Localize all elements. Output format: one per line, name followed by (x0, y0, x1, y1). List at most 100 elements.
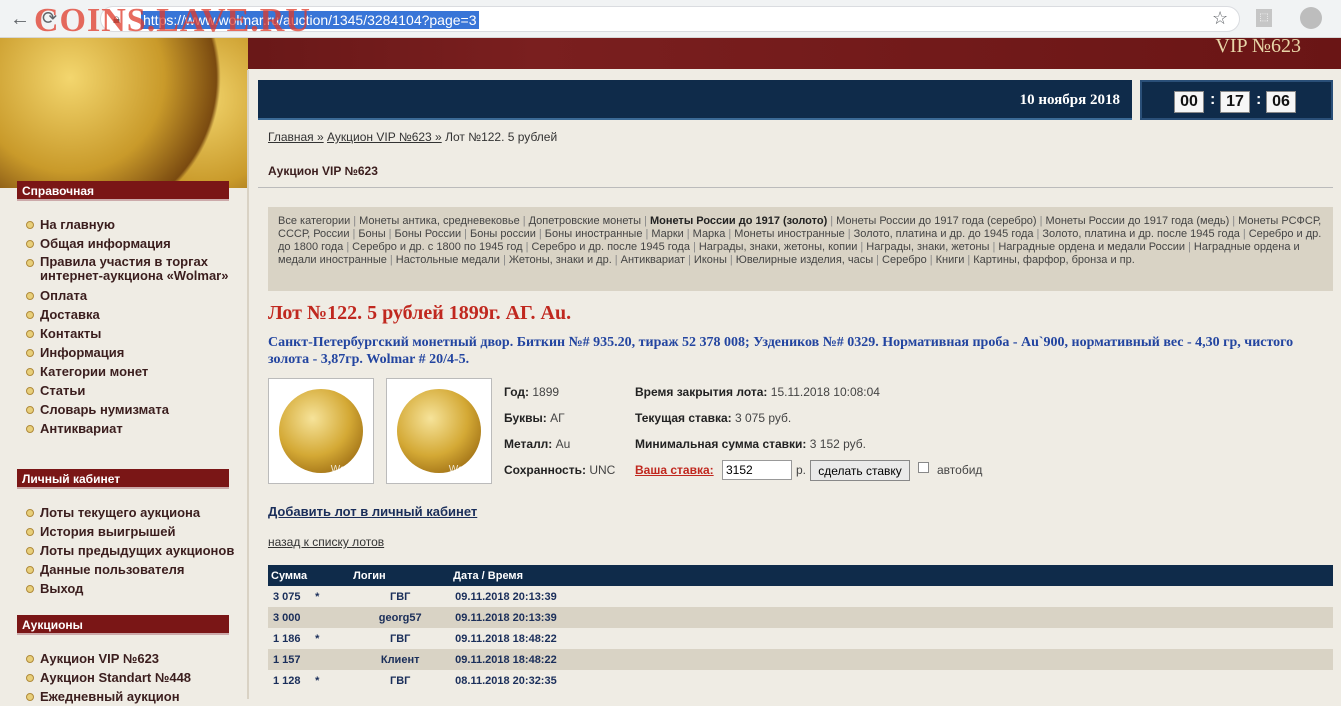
category-link[interactable]: Серебро и др. с 1800 по 1945 год (352, 241, 522, 253)
date-bar: 10 ноября 2018 (258, 80, 1132, 120)
bid-login: georg57 (350, 607, 451, 628)
category-link[interactable]: Ювелирные изделия, часы (736, 254, 873, 266)
autobid-checkbox[interactable] (918, 462, 929, 473)
bid-currency: р. (796, 463, 807, 477)
auction-heading: Аукцион VIP №623 (268, 164, 378, 178)
current-bid-value: 3 075 руб. (735, 411, 792, 425)
category-link[interactable]: Марки (651, 228, 683, 240)
category-separator: | (464, 228, 468, 240)
category-separator: | (352, 228, 356, 240)
category-separator: | (1188, 241, 1191, 253)
site-watermark: COINS.LAVE.RU (34, 2, 311, 39)
profile-avatar[interactable] (1300, 7, 1322, 29)
category-link[interactable]: Награды, знаки, жетоны (866, 241, 989, 253)
back-arrow-icon[interactable]: ← (10, 8, 30, 31)
breadcrumb-current: Лот №122. 5 рублей (445, 130, 558, 144)
category-link[interactable]: Монеты антика, средневековье (359, 215, 520, 227)
timer-colon: : (1256, 91, 1262, 108)
category-link[interactable]: Боны иностранные (545, 228, 643, 240)
column-header-amount: Сумма (268, 565, 311, 586)
auction-banner-title: VIP №623 (1215, 35, 1301, 57)
bid-login: ГВГ (389, 632, 411, 645)
category-link[interactable]: Марка (693, 228, 726, 240)
table-row: 1 186 * ГВГ 09.11.2018 18:48:22 (268, 628, 1333, 649)
bid-datetime: 09.11.2018 18:48:22 (450, 649, 1333, 670)
category-link[interactable]: Жетоны, знаки и др. (509, 254, 612, 266)
category-separator: | (728, 228, 732, 240)
sidebar-item-previous-lots[interactable]: Лоты предыдущих аукционов (26, 541, 236, 560)
category-separator: | (522, 215, 526, 227)
sidebar-item-payment[interactable]: Оплата (26, 286, 236, 305)
category-link[interactable]: Боны (358, 228, 385, 240)
metal-label: Металл: (504, 437, 553, 451)
place-bid-button[interactable]: сделать ставку (810, 460, 910, 481)
bid-datetime: 09.11.2018 20:13:39 (455, 590, 557, 603)
sidebar-item-antiques[interactable]: Антиквариат (26, 419, 236, 438)
category-link[interactable]: Серебро (882, 254, 927, 266)
year-label: Год: (504, 385, 529, 399)
sidebar-item-logout[interactable]: Выход (26, 579, 236, 598)
table-header-row: Сумма Логин Дата / Время (268, 565, 1333, 586)
lot-description: Санкт-Петербургский монетный двор. Битки… (268, 335, 1294, 367)
sidebar-item-glossary[interactable]: Словарь нумизмата (26, 400, 236, 419)
lot-photo-reverse[interactable]: Wolmar (386, 378, 492, 484)
lot-photo-obverse[interactable]: Wolmar (268, 378, 374, 484)
category-link[interactable]: Картины, фарфор, бронза и пр. (973, 254, 1135, 266)
pdf-extension-icon[interactable]: ⬚ (1256, 9, 1272, 27)
sidebar-item-general-info[interactable]: Общая информация (26, 234, 236, 253)
category-link[interactable]: Боны россии (470, 228, 536, 240)
column-header-login: Логин (350, 565, 451, 586)
photo-watermark: Wolmar (330, 464, 365, 475)
bid-history-table: Сумма Логин Дата / Время 3 075 * ГВГ 09.11.… (268, 565, 1333, 691)
category-link[interactable]: Монеты России до 1917 (золото) (650, 215, 827, 227)
sidebar-item-contacts[interactable]: Контакты (26, 324, 236, 343)
category-link[interactable]: Серебро и др. после 1945 года (531, 241, 690, 253)
category-link[interactable]: Боны России (395, 228, 462, 240)
bid-amount-input[interactable] (722, 460, 792, 480)
category-link[interactable]: Наградные ордена и медали России (998, 241, 1185, 253)
sidebar-item-daily-auction[interactable]: Ежедневный аукцион (26, 687, 236, 706)
bookmark-star-icon[interactable]: ☆ (1212, 8, 1228, 29)
category-link[interactable]: Настольные медали (396, 254, 500, 266)
column-header-mark (310, 565, 351, 586)
category-links: Все категории | Монеты антика, средневеков… (268, 207, 1333, 291)
sidebar-item-win-history[interactable]: История выигрышей (26, 522, 236, 541)
add-lot-to-cabinet-link[interactable]: Добавить лот в личный кабинет (268, 504, 477, 519)
sidebar-item-articles[interactable]: Статьи (26, 381, 236, 400)
category-link[interactable]: Монеты России до 1917 года (медь) (1045, 215, 1229, 227)
category-link[interactable]: Иконы (694, 254, 727, 266)
breadcrumb-auction[interactable]: Аукцион VIP №623 » (327, 130, 442, 144)
category-separator: | (686, 228, 690, 240)
sidebar-item-delivery[interactable]: Доставка (26, 305, 236, 324)
sidebar-item-current-lots[interactable]: Лоты текущего аукциона (26, 503, 236, 522)
bid-mark: * (315, 674, 320, 687)
category-link[interactable]: Антиквариат (621, 254, 685, 266)
lot-grade: Сохранность: UNC (504, 463, 615, 477)
sidebar-item-auction-standart[interactable]: Аукцион Standart №448 (26, 668, 236, 687)
sidebar-item-auction-vip[interactable]: Аукцион VIP №623 (26, 649, 236, 668)
bid-login: ГВГ (389, 590, 411, 603)
sidebar-item-user-data[interactable]: Данные пользователя (26, 560, 236, 579)
sidebar-item-rules[interactable]: Правила участия в торгах интернет-аукцио… (26, 253, 236, 286)
breadcrumb-home[interactable]: Главная » (268, 130, 324, 144)
bid-datetime: 08.11.2018 20:32:35 (455, 674, 557, 687)
category-link[interactable]: Монеты России до 1917 года (серебро) (836, 215, 1037, 227)
category-link[interactable]: Все категории (278, 215, 350, 227)
category-link[interactable]: Награды, знаки, жетоны, копии (699, 241, 858, 253)
sidebar-section-title-auctions: Аукционы (17, 615, 229, 635)
category-link[interactable]: Золото, платина и др. до 1945 года (854, 228, 1034, 240)
category-link[interactable]: Монеты иностранные (734, 228, 845, 240)
sidebar-item-information[interactable]: Информация (26, 343, 236, 362)
back-to-lots-link[interactable]: назад к списку лотов (268, 535, 384, 549)
grade-value: UNC (589, 463, 616, 477)
category-separator: | (860, 241, 864, 253)
sidebar-section-title-account: Личный кабинет (17, 469, 229, 489)
category-link[interactable]: Золото, платина и др. после 1945 года (1042, 228, 1240, 240)
sidebar-item-coin-categories[interactable]: Категории монет (26, 362, 236, 381)
category-link[interactable]: Допетровские монеты (529, 215, 641, 227)
sidebar-item-home[interactable]: На главную (26, 215, 236, 234)
lot-letters: Буквы: АГ (504, 411, 565, 425)
category-separator: | (644, 215, 647, 227)
category-link[interactable]: Книги (936, 254, 965, 266)
sidebar-menu-account: Лоты текущего аукциона История выигрышей… (26, 503, 236, 598)
